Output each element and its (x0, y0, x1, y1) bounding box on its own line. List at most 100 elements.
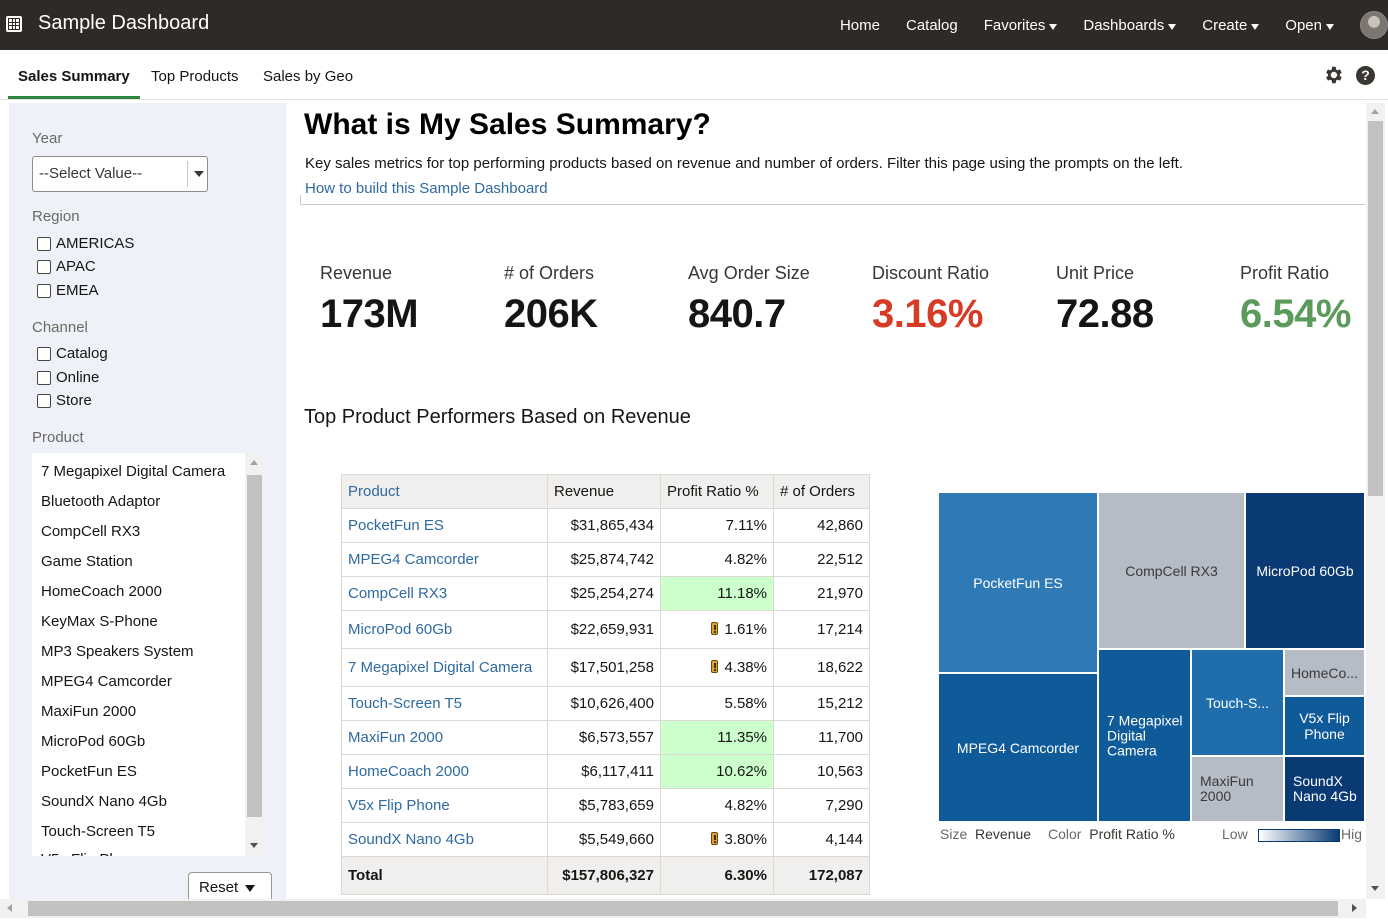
channel-checkbox-store[interactable]: Store (37, 392, 92, 409)
product-link[interactable]: CompCell RX3 (348, 585, 447, 602)
column-header-profit-ratio[interactable]: Profit Ratio % (660, 474, 774, 509)
treemap-tile[interactable]: HomeCo... (1284, 649, 1365, 696)
checkbox-label: Store (56, 392, 92, 409)
tab-sales-summary[interactable]: Sales Summary (18, 68, 130, 85)
product-option[interactable]: CompCell RX3 (41, 523, 140, 540)
product-link[interactable]: SoundX Nano 4Gb (348, 831, 474, 848)
treemap-tile[interactable]: PocketFun ES (938, 492, 1098, 673)
total-profit-ratio: 6.30% (660, 856, 774, 895)
nav-catalog[interactable]: Catalog (906, 17, 958, 34)
checkbox-icon (37, 346, 51, 361)
select-divider (187, 161, 188, 187)
page-vertical-scrollbar[interactable] (1366, 103, 1385, 899)
scroll-right-icon[interactable] (1352, 904, 1357, 912)
column-header-product[interactable]: Product (341, 474, 548, 509)
tab-top-products[interactable]: Top Products (151, 68, 239, 85)
product-link[interactable]: MPEG4 Camcorder (348, 551, 479, 568)
reset-button[interactable]: Reset (188, 872, 272, 902)
cell-product: 7 Megapixel Digital Camera (341, 648, 548, 687)
nav-open[interactable]: Open (1285, 17, 1334, 34)
table-total-row: Total $157,806,327 6.30% 172,087 (341, 856, 870, 895)
product-option[interactable]: MP3 Speakers System (41, 643, 194, 660)
product-option[interactable]: SoundX Nano 4Gb (41, 793, 167, 810)
nav-home[interactable]: Home (840, 17, 880, 34)
page-horizontal-scrollbar[interactable] (0, 899, 1366, 918)
region-checkbox-emea[interactable]: EMEA (37, 282, 99, 299)
scrollbar-thumb[interactable] (1368, 121, 1383, 496)
how-to-build-link[interactable]: How to build this Sample Dashboard (305, 180, 548, 197)
product-option[interactable]: MaxiFun 2000 (41, 703, 136, 720)
product-option[interactable]: V5x Flip Phone (41, 851, 143, 856)
treemap-tile[interactable]: SoundX Nano 4Gb (1284, 756, 1365, 822)
region-checkbox-apac[interactable]: APAC (37, 258, 96, 275)
checkbox-icon (37, 393, 51, 408)
product-link[interactable]: 7 Megapixel Digital Camera (348, 659, 532, 676)
treemap-tile[interactable]: CompCell RX3 (1098, 492, 1245, 649)
cell-product: PocketFun ES (341, 508, 548, 543)
cell-profit-ratio: 5.58% (660, 686, 774, 721)
table-row: MaxiFun 2000 $6,573,557 11.35% 11,700 (341, 720, 870, 755)
checkbox-label: Online (56, 369, 100, 386)
scroll-up-icon[interactable] (1371, 109, 1379, 114)
cell-profit-ratio: 3.80% (660, 822, 774, 857)
treemap-tile-label: 7 Megapixel Digital Camera (1107, 712, 1183, 758)
channel-checkbox-catalog[interactable]: Catalog (37, 345, 108, 362)
scroll-up-icon[interactable] (250, 460, 258, 465)
tab-sales-by-geo[interactable]: Sales by Geo (263, 68, 353, 85)
scroll-left-icon[interactable] (7, 904, 12, 912)
product-option[interactable]: 7 Megapixel Digital Camera (41, 463, 225, 480)
help-icon[interactable]: ? (1356, 66, 1375, 85)
gear-icon[interactable] (1322, 64, 1344, 86)
treemap-tile[interactable]: 7 Megapixel Digital Camera (1098, 649, 1191, 822)
treemap-tile[interactable]: Touch-S... (1191, 649, 1284, 756)
nav-open-label: Open (1285, 16, 1322, 34)
product-option[interactable]: HomeCoach 2000 (41, 583, 162, 600)
product-listbox[interactable]: 7 Megapixel Digital Camera Bluetooth Ada… (32, 453, 264, 856)
year-select[interactable]: --Select Value-- (32, 156, 208, 192)
product-link[interactable]: Touch-Screen T5 (348, 695, 462, 712)
product-link[interactable]: PocketFun ES (348, 517, 444, 534)
cell-profit-ratio: 11.18% (660, 576, 774, 611)
product-link[interactable]: MicroPod 60Gb (348, 621, 452, 638)
reset-label: Reset (199, 879, 239, 896)
product-option[interactable]: Game Station (41, 553, 133, 570)
nav-create-label: Create (1202, 16, 1248, 34)
channel-checkbox-online[interactable]: Online (37, 369, 99, 386)
product-option[interactable]: KeyMax S-Phone (41, 613, 158, 630)
cell-revenue: $22,659,931 (547, 610, 661, 649)
product-option[interactable]: MicroPod 60Gb (41, 733, 145, 750)
caret-down-icon (1326, 23, 1334, 30)
product-link[interactable]: HomeCoach 2000 (348, 763, 469, 780)
app-grid-icon[interactable] (6, 16, 22, 32)
column-header-revenue[interactable]: Revenue (547, 474, 661, 509)
product-option[interactable]: Touch-Screen T5 (41, 823, 155, 840)
treemap-tile[interactable]: MaxiFun 2000 (1191, 756, 1284, 822)
scrollbar-thumb[interactable] (247, 475, 262, 817)
region-checkbox-americas[interactable]: AMERICAS (37, 235, 134, 252)
column-header-orders[interactable]: # of Orders (773, 474, 870, 509)
cell-revenue: $6,573,557 (547, 720, 661, 755)
page-title: What is My Sales Summary? (304, 108, 711, 141)
section-title: Top Product Performers Based on Revenue (304, 406, 691, 428)
product-link[interactable]: MaxiFun 2000 (348, 729, 443, 746)
product-list-scrollbar[interactable] (245, 453, 264, 856)
nav-create[interactable]: Create (1202, 16, 1260, 34)
nav-favorites[interactable]: Favorites (984, 17, 1058, 34)
product-option[interactable]: MPEG4 Camcorder (41, 673, 172, 690)
caret-down-icon (1168, 23, 1177, 30)
user-avatar[interactable] (1360, 11, 1388, 39)
nav-dashboards[interactable]: Dashboards (1083, 17, 1177, 34)
scroll-down-icon[interactable] (1371, 886, 1379, 891)
product-option[interactable]: Bluetooth Adaptor (41, 493, 160, 510)
scroll-down-icon[interactable] (250, 843, 258, 848)
legend-size-label: Size (940, 826, 968, 842)
treemap-tile[interactable]: MicroPod 60Gb (1245, 492, 1365, 649)
product-link[interactable]: V5x Flip Phone (348, 797, 450, 814)
treemap-tile[interactable]: V5x Flip Phone (1284, 696, 1365, 756)
scrollbar-thumb[interactable] (28, 901, 1338, 916)
checkbox-label: EMEA (56, 282, 99, 299)
treemap-tile[interactable]: MPEG4 Camcorder (938, 673, 1098, 822)
product-option[interactable]: PocketFun ES (41, 763, 137, 780)
profit-value: 4.38% (724, 659, 767, 676)
page-description: Key sales metrics for top performing pro… (305, 155, 1183, 172)
